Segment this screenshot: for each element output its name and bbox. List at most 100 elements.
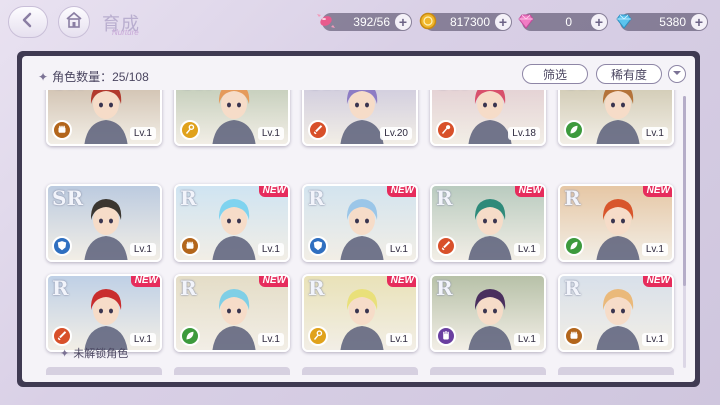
level-label: Lv.1 [385, 243, 412, 256]
candy-icon [317, 14, 335, 28]
character-portrait [212, 289, 256, 350]
locked-section-label: ✦ 未解锁角色 [60, 348, 129, 360]
wand-icon [436, 120, 456, 140]
level-label: Lv.1 [385, 333, 412, 346]
new-badge: NEW [130, 276, 160, 287]
character-card[interactable]: R NEW Lv.1 [430, 184, 546, 262]
pink-gem-add-button[interactable]: + [591, 14, 607, 30]
locked-character-card[interactable] [558, 367, 674, 375]
character-card[interactable]: R NEW Lv.1 [558, 184, 674, 262]
locked-character-card[interactable] [46, 367, 162, 375]
level-label: Lv.1 [257, 243, 284, 256]
filter-button[interactable]: 筛选 [522, 64, 588, 84]
fist-icon [52, 120, 72, 140]
character-card[interactable]: SR Lv.1 [46, 90, 162, 146]
character-portrait [596, 289, 640, 350]
new-badge: NEW [642, 186, 672, 197]
character-card[interactable]: SR Lv.1 [558, 90, 674, 146]
blue-diamond-icon [616, 14, 632, 29]
character-card[interactable]: R NEW Lv.1 [174, 274, 290, 352]
rarity-label: R [180, 276, 197, 300]
rarity-label: SR [564, 90, 595, 94]
candy-add-button[interactable]: + [395, 14, 411, 30]
character-portrait [212, 90, 256, 144]
character-card[interactable]: SR Lv.1 [46, 184, 162, 262]
character-card[interactable]: SR Lv.18 [430, 90, 546, 146]
character-card[interactable]: R NEW Lv.1 [174, 184, 290, 262]
hand-icon [436, 326, 456, 346]
leaf-icon [564, 236, 584, 256]
new-badge: NEW [386, 186, 416, 197]
scrollbar-thumb[interactable] [683, 96, 686, 286]
rarity-label: SR [52, 90, 83, 94]
level-label: Lv.18 [508, 127, 540, 140]
rarity-sort-button[interactable]: 稀有度 [596, 64, 662, 84]
leaf-icon [180, 326, 200, 346]
character-card[interactable]: R NEW Lv.1 [46, 274, 162, 352]
rarity-label: R [564, 186, 581, 210]
leaf-icon [564, 120, 584, 140]
locked-character-card[interactable] [174, 367, 290, 375]
staff-icon [180, 120, 200, 140]
home-button[interactable] [58, 6, 90, 38]
rarity-label: R [436, 186, 453, 210]
staff-icon [308, 326, 328, 346]
pink-diamond-icon [518, 14, 534, 29]
pink-gem-resource: 0 + [518, 12, 608, 32]
new-badge: NEW [642, 276, 672, 287]
level-label: Lv.1 [129, 127, 156, 140]
level-label: Lv.1 [641, 243, 668, 256]
gold-coin-icon [419, 12, 437, 30]
new-badge: NEW [258, 186, 288, 197]
level-label: Lv.1 [513, 333, 540, 346]
sword-icon [52, 326, 72, 346]
chevron-down-icon [672, 68, 682, 81]
character-card[interactable]: R NEW Lv.1 [302, 274, 418, 352]
rarity-label: R [436, 276, 453, 300]
fist-icon [180, 236, 200, 256]
rarity-label: SR [436, 90, 467, 94]
locked-character-card[interactable] [302, 367, 418, 375]
sword-icon [308, 120, 328, 140]
blue-gem-add-button[interactable]: + [691, 14, 707, 30]
candy-resource: 392/56 + [317, 12, 412, 32]
top-bar: 育成 Nurture 392/56 + 817300 + 0 + 5380 + [0, 0, 720, 44]
candy-value: 392/56 [353, 15, 390, 29]
character-portrait [468, 199, 512, 260]
character-portrait [468, 289, 512, 350]
back-arrow-icon [19, 11, 37, 34]
rarity-label: SR [180, 90, 211, 94]
scrollbar[interactable] [683, 96, 686, 368]
new-badge: NEW [514, 186, 544, 197]
level-label: Lv.20 [380, 127, 412, 140]
character-card[interactable]: SR Lv.1 [174, 90, 290, 146]
character-portrait [84, 289, 128, 350]
character-portrait [340, 199, 384, 260]
level-label: Lv.1 [641, 127, 668, 140]
rarity-label: R [180, 186, 197, 210]
character-count-label: ✦ 角色数量：25/108 [38, 70, 149, 84]
home-icon [65, 11, 83, 34]
character-portrait [84, 90, 128, 144]
character-card[interactable]: R NEW Lv.1 [558, 274, 674, 352]
character-portrait [596, 90, 640, 144]
rarity-label: R [52, 276, 69, 300]
character-card[interactable]: R Lv.1 [430, 274, 546, 352]
character-card[interactable]: SR Lv.20 [302, 90, 418, 146]
level-label: Lv.1 [257, 127, 284, 140]
character-card[interactable]: R NEW Lv.1 [302, 184, 418, 262]
back-button[interactable] [8, 6, 48, 38]
new-badge: NEW [258, 276, 288, 287]
locked-character-card[interactable] [430, 367, 546, 375]
character-portrait [596, 199, 640, 260]
sort-order-toggle[interactable] [668, 65, 686, 83]
gold-value: 817300 [449, 15, 490, 29]
sparkle-icon: ✦ [60, 348, 70, 360]
pink-gem-value: 0 [565, 15, 572, 29]
blue-gem-value: 5380 [659, 15, 686, 29]
shield-icon [308, 236, 328, 256]
blue-gem-resource: 5380 + [616, 12, 708, 32]
gold-add-button[interactable]: + [495, 14, 511, 30]
sword-icon [436, 236, 456, 256]
rarity-label: R [564, 276, 581, 300]
